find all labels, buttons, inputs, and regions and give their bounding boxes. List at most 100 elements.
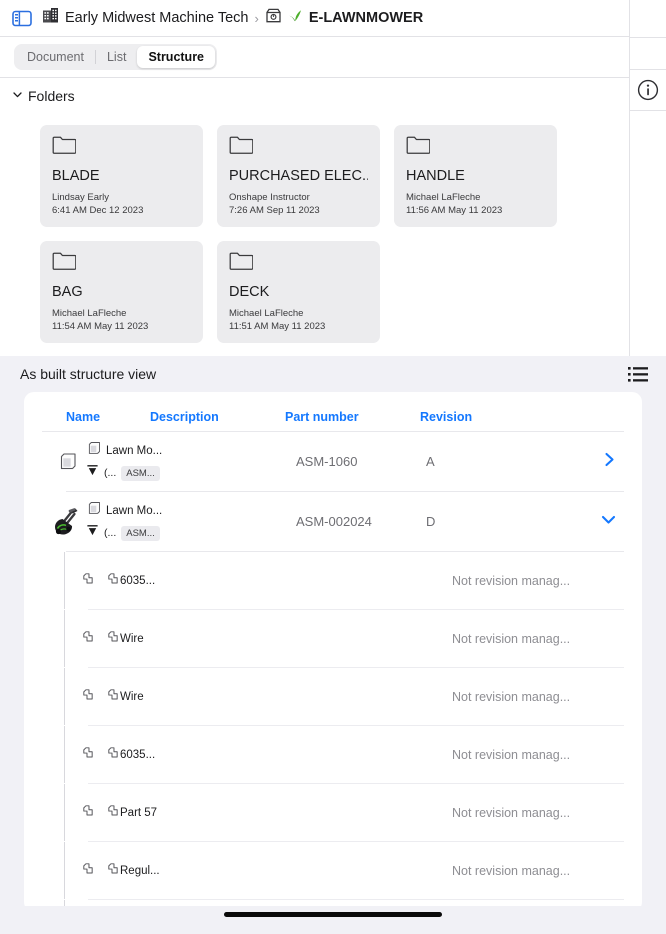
list-item[interactable]: Wire Not revision manag... <box>24 610 642 667</box>
segmented-control: Document List Structure <box>14 44 218 70</box>
home-indicator[interactable] <box>224 912 442 917</box>
folder-card-timestamp: 6:41 AM Dec 12 2023 <box>52 205 144 216</box>
folders-section: Folders BLADE Lindsay Early 6:41 AM Dec … <box>0 78 629 356</box>
list-item[interactable]: Regul... Not revision manag... <box>24 842 642 899</box>
part-icon <box>81 861 96 881</box>
table-row-name-cell: Lawn Mo... (... ASM... <box>86 501 188 542</box>
folder-icon <box>406 136 431 158</box>
tab-structure[interactable]: Structure <box>137 46 216 68</box>
breadcrumb-item-release[interactable]: E-LAWNMOWER <box>265 7 423 29</box>
part-icon <box>81 571 96 591</box>
breadcrumb: Early Midwest Machine Tech › E-LAWNMOWER <box>42 7 423 29</box>
column-header-revision[interactable]: Revision <box>420 410 520 424</box>
list-item-revision-note: Not revision manag... <box>452 863 571 878</box>
folder-icon <box>52 252 77 274</box>
list-item-name: 6035... <box>120 574 156 587</box>
list-item-name: Wire <box>120 690 144 703</box>
part-icon <box>81 629 96 649</box>
column-header-name[interactable]: Name <box>66 410 150 424</box>
tree-guide-line <box>64 726 65 783</box>
table-row-version: (... <box>104 467 117 479</box>
folders-section-label: Folders <box>28 88 75 104</box>
folder-card[interactable]: DECK Michael LaFleche 11:51 AM May 11 20… <box>217 241 380 343</box>
folder-card[interactable]: PURCHASED ELEC... Onshape Instructor 7:2… <box>217 125 380 227</box>
list-item-name: Wire <box>120 632 144 645</box>
chevron-down-icon[interactable] <box>601 513 616 531</box>
home-indicator-area <box>0 906 666 934</box>
folder-card-timestamp: 11:56 AM May 11 2023 <box>406 205 503 216</box>
folder-icon <box>229 252 254 274</box>
table-header-row: Name Description Part number Revision <box>42 402 624 432</box>
tree-guide-line <box>64 668 65 725</box>
sidebar-panel-icon[interactable] <box>10 6 34 30</box>
assembly-cube-icon <box>86 501 101 521</box>
part-icon <box>106 861 121 881</box>
breadcrumb-separator: › <box>254 10 259 26</box>
folder-icon <box>229 136 254 158</box>
green-sprout-icon <box>288 8 303 28</box>
folder-card-author: Michael LaFleche <box>406 192 481 203</box>
list-item[interactable]: Part 57 Not revision manag... <box>24 784 642 841</box>
list-view-icon[interactable] <box>628 366 648 383</box>
structure-table: Name Description Part number Revision La… <box>24 392 642 912</box>
folder-card[interactable]: BLADE Lindsay Early 6:41 AM Dec 12 2023 <box>40 125 203 227</box>
info-circle-icon[interactable] <box>630 70 666 110</box>
part-icon-group <box>64 571 120 591</box>
folder-card-name: HANDLE <box>406 168 465 184</box>
list-item[interactable]: Wire Not revision manag... <box>24 668 642 725</box>
list-item[interactable]: 6035... Not revision manag... <box>24 552 642 609</box>
folder-card-author: Michael LaFleche <box>229 308 304 319</box>
folder-card-name: BAG <box>52 284 83 300</box>
part-icon-group <box>64 745 120 765</box>
folder-card[interactable]: BAG Michael LaFleche 11:54 AM May 11 202… <box>40 241 203 343</box>
folder-card-timestamp: 7:26 AM Sep 11 2023 <box>229 205 320 216</box>
table-row-name: Lawn Mo... <box>106 445 163 457</box>
table-row-revision: D <box>426 514 436 529</box>
breadcrumb-label-company: Early Midwest Machine Tech <box>65 10 249 26</box>
tab-document[interactable]: Document <box>16 46 95 68</box>
part-icon-group <box>64 629 120 649</box>
lawnmower-thumbnail <box>48 505 86 539</box>
part-icon-group <box>64 687 120 707</box>
folder-card-author: Michael LaFleche <box>52 308 127 319</box>
table-row-name-cell: Lawn Mo... (... ASM... <box>86 441 188 482</box>
folder-card-author: Lindsay Early <box>52 192 110 203</box>
table-row-name: Lawn Mo... <box>106 505 163 517</box>
folder-card-grid: BLADE Lindsay Early 6:41 AM Dec 12 2023 … <box>0 105 629 343</box>
folder-card-timestamp: 11:54 AM May 11 2023 <box>52 321 149 332</box>
folder-card-name: DECK <box>229 284 270 300</box>
rail-divider-3 <box>630 110 666 111</box>
tree-guide-line <box>64 552 65 609</box>
list-item[interactable]: 6035... Not revision manag... <box>24 726 642 783</box>
tab-list[interactable]: List <box>96 46 137 68</box>
as-built-structure-panel: As built structure view Name Description… <box>0 356 666 912</box>
table-row[interactable]: Lawn Mo... (... ASM... ASM- <box>24 432 642 491</box>
version-marker-icon <box>86 464 99 482</box>
app-root: Early Midwest Machine Tech › E-LAWNMOWER… <box>0 0 666 934</box>
folder-icon <box>52 136 77 158</box>
folder-card[interactable]: HANDLE Michael LaFleche 11:56 AM May 11 … <box>394 125 557 227</box>
table-row-part-number: ASM-002024 <box>296 514 372 529</box>
column-header-part-number[interactable]: Part number <box>285 410 420 424</box>
part-icon <box>106 687 121 707</box>
version-marker-icon <box>86 524 99 542</box>
release-package-icon <box>265 7 282 29</box>
column-header-description[interactable]: Description <box>150 410 285 424</box>
table-row-revision: A <box>426 454 435 469</box>
assembly-cube-icon <box>48 452 86 472</box>
part-icon <box>81 687 96 707</box>
table-row-badge: ASM... <box>121 525 160 541</box>
part-icon <box>81 745 96 765</box>
chevron-right-icon[interactable] <box>603 452 616 472</box>
part-icon <box>106 571 121 591</box>
list-item-name: 6035... <box>120 748 156 761</box>
part-icon-group <box>64 803 120 823</box>
table-row-badge: ASM... <box>121 465 160 481</box>
table-row[interactable]: Lawn Mo... (... ASM... ASM- <box>24 492 642 551</box>
folders-section-header[interactable]: Folders <box>0 78 629 105</box>
breadcrumb-item-company[interactable]: Early Midwest Machine Tech <box>42 7 248 29</box>
list-item-revision-note: Not revision manag... <box>452 747 571 762</box>
table-row-version: (... <box>104 527 117 539</box>
company-building-icon <box>42 7 59 29</box>
folder-card-timestamp: 11:51 AM May 11 2023 <box>229 321 326 332</box>
